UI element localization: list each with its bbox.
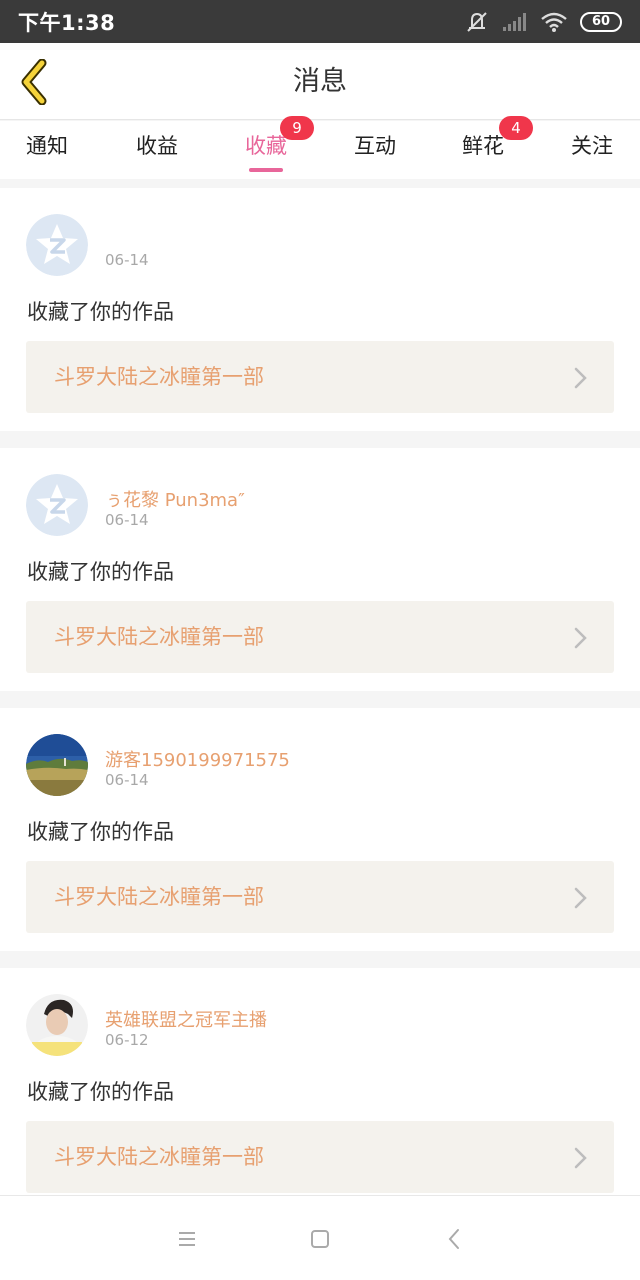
list-item: 06-14 收藏了你的作品 斗罗大陆之冰瞳第一部 [0, 188, 640, 431]
menu-button[interactable] [172, 1224, 202, 1254]
tab-notifications[interactable]: 通知 [2, 121, 92, 179]
wifi-icon [541, 12, 567, 32]
default-qzone-avatar-icon [26, 474, 88, 536]
signal-icon [503, 12, 526, 31]
tab-follows[interactable]: 关注 [547, 121, 637, 179]
home-square-icon [311, 1230, 329, 1248]
battery-icon: 60 [580, 11, 622, 32]
flowers-badge: 4 [499, 116, 533, 140]
person-photo-avatar-icon [26, 994, 88, 1056]
message-text: 收藏了你的作品 [27, 820, 174, 844]
work-link[interactable]: 斗罗大陆之冰瞳第一部 [26, 341, 614, 413]
avatar[interactable] [26, 474, 88, 536]
work-title: 斗罗大陆之冰瞳第一部 [54, 1145, 264, 1169]
back-triangle-icon [448, 1229, 459, 1249]
date: 06-14 [105, 511, 149, 529]
list-item: 游客1590199971575 06-14 收藏了你的作品 斗罗大陆之冰瞳第一部 [0, 708, 640, 951]
avatar[interactable] [26, 214, 88, 276]
menu-icon [179, 1232, 195, 1246]
favorites-badge: 9 [280, 116, 314, 140]
home-button[interactable] [305, 1224, 335, 1254]
tab-label: 通知 [26, 134, 68, 158]
default-qzone-avatar-icon [26, 214, 88, 276]
date: 06-14 [105, 251, 149, 269]
list-item: 英雄联盟之冠军主播 06-12 收藏了你的作品 斗罗大陆之冰瞳第一部 [0, 968, 640, 1195]
tab-bar: 通知 收益 收藏 9 互动 鲜花 4 关注 [0, 116, 640, 179]
tab-earnings[interactable]: 收益 [112, 121, 202, 179]
avatar[interactable] [26, 734, 88, 796]
username[interactable]: 英雄联盟之冠军主播 [105, 1006, 267, 1032]
message-text: 收藏了你的作品 [27, 1080, 174, 1104]
battery-level: 60 [591, 14, 611, 29]
active-tab-indicator [249, 168, 283, 172]
tab-label: 收益 [136, 134, 178, 158]
message-text: 收藏了你的作品 [27, 300, 174, 324]
chevron-right-icon [574, 887, 587, 909]
page-title: 消息 [293, 66, 347, 97]
work-title: 斗罗大陆之冰瞳第一部 [54, 365, 264, 389]
tab-label: 收藏 [245, 134, 287, 158]
username[interactable]: ぅ花黎 Pun3ma″ [105, 486, 245, 512]
status-bar: 下午1:38 60 [0, 0, 640, 43]
chevron-right-icon [574, 367, 587, 389]
status-icons: 60 [464, 10, 622, 34]
system-back-button[interactable] [439, 1224, 469, 1254]
chevron-right-icon [574, 1147, 587, 1169]
date: 06-14 [105, 771, 149, 789]
message-text: 收藏了你的作品 [27, 560, 174, 584]
status-time: 下午1:38 [18, 10, 116, 35]
landscape-photo-avatar-icon [26, 734, 88, 796]
username[interactable]: 游客1590199971575 [105, 746, 290, 772]
tab-label: 互动 [354, 134, 396, 158]
tab-favorites[interactable]: 收藏 9 [221, 116, 314, 179]
tab-label: 鲜花 [462, 134, 504, 158]
date: 06-12 [105, 1031, 149, 1049]
header: 消息 [0, 43, 640, 120]
system-nav-bar [0, 1195, 640, 1280]
work-link[interactable]: 斗罗大陆之冰瞳第一部 [26, 601, 614, 673]
work-link[interactable]: 斗罗大陆之冰瞳第一部 [26, 861, 614, 933]
avatar[interactable] [26, 994, 88, 1056]
tab-flowers[interactable]: 鲜花 4 [438, 116, 533, 179]
tab-interactions[interactable]: 互动 [330, 121, 420, 179]
tab-label: 关注 [571, 134, 613, 158]
mute-icon [467, 11, 487, 32]
message-list: 06-14 收藏了你的作品 斗罗大陆之冰瞳第一部 ぅ花黎 Pun3ma″ 06-… [0, 188, 640, 1195]
list-item: ぅ花黎 Pun3ma″ 06-14 收藏了你的作品 斗罗大陆之冰瞳第一部 [0, 448, 640, 691]
work-link[interactable]: 斗罗大陆之冰瞳第一部 [26, 1121, 614, 1193]
work-title: 斗罗大陆之冰瞳第一部 [54, 885, 264, 909]
chevron-right-icon [574, 627, 587, 649]
work-title: 斗罗大陆之冰瞳第一部 [54, 625, 264, 649]
